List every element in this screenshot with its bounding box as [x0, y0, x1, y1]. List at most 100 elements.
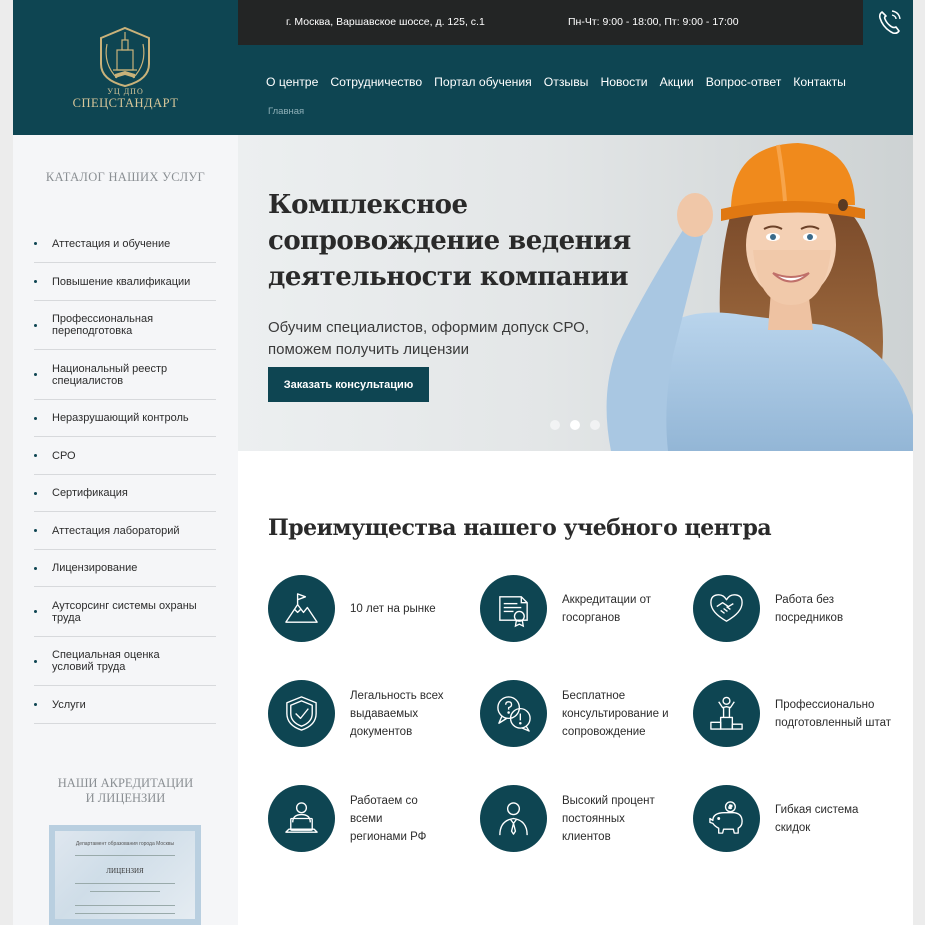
nav-news[interactable]: Новости: [600, 75, 647, 89]
advantage-icon-circle: [693, 680, 760, 747]
advantage-icon-circle: [693, 785, 760, 852]
advantage-icon-circle: [268, 785, 335, 852]
advantage-text: 10 лет на рынке: [350, 602, 436, 615]
hero-title: Комплексное сопровождение ведения деятел…: [268, 190, 631, 292]
catalog-item-label: Неразрушающий контроль: [52, 412, 189, 424]
order-consultation-button[interactable]: Заказать консультацию: [268, 367, 429, 402]
hero-subtitle: Обучим специалистов, оформим допуск СРО,…: [268, 319, 590, 358]
chat-question-icon: [497, 696, 531, 732]
businessman-icon: [499, 802, 528, 836]
accreditation-title-line2: И ЛИЦЕНЗИИ: [85, 791, 166, 805]
catalog-item-outsourcing[interactable]: Аутсорсинг системы охраны труда: [34, 587, 216, 637]
advantage-text: Бесплатное консультирование и сопровожде…: [562, 689, 669, 738]
logo[interactable]: УЦ ДПО СПЕЦСТАНДАРТ: [13, 0, 238, 135]
catalog-item-labs[interactable]: Аттестация лабораторий: [34, 512, 216, 550]
advantage-icon-circle: [480, 680, 547, 747]
catalog-item-attestation[interactable]: Аттестация и обучение: [34, 225, 216, 263]
advantage-icon-circle: [480, 785, 547, 852]
laptop-user-icon: [285, 802, 318, 833]
license-rule: [75, 905, 175, 906]
advantage-item: Гибкая система скидок: [693, 785, 905, 855]
slider-dot-1[interactable]: [550, 420, 560, 430]
catalog-item-national-registry[interactable]: Национальный реестр специалистов: [34, 350, 216, 400]
catalog-item-label: Аутсорсинг системы охраны труда: [52, 599, 197, 624]
slider-dot-2[interactable]: [570, 420, 580, 430]
advantage-text: Гибкая система скидок: [775, 803, 859, 834]
piggy-bank-icon: [709, 801, 743, 834]
slider-dots: [550, 420, 600, 430]
catalog-item-ndt[interactable]: Неразрушающий контроль: [34, 400, 216, 437]
advantage-item: 10 лет на рынке: [268, 575, 480, 645]
breadcrumb[interactable]: Главная: [268, 106, 304, 117]
advantage-item: Аккредитации от госорганов: [480, 575, 692, 645]
main-nav: О центре Сотрудничество Портал обучения …: [266, 75, 858, 89]
catalog-item-label: Сертификация: [52, 487, 128, 499]
catalog-title: КАТАЛОГ НАШИХ УСЛУГ: [45, 170, 206, 184]
license-rule: [75, 913, 175, 914]
catalog-item-licensing[interactable]: Лицензирование: [34, 550, 216, 587]
nav-faq[interactable]: Вопрос-ответ: [706, 75, 782, 89]
shield-check-icon: [286, 696, 317, 731]
license-rule: [90, 891, 160, 892]
nav-about[interactable]: О центре: [266, 75, 318, 89]
logo-line1: УЦ ДПО: [107, 87, 144, 96]
license-heading: Департамент образования города Москвы: [75, 841, 175, 847]
license-rule: [75, 855, 175, 856]
accreditation-title-line1: НАШИ АКРЕДИТАЦИИ: [57, 776, 194, 790]
advantage-icon-circle: [268, 680, 335, 747]
working-hours-text: Пн-Чт: 9:00 - 18:00, Пт: 9:00 - 17:00: [568, 16, 739, 28]
catalog-item-label: Специальная оценка условий труда: [52, 649, 160, 673]
catalog-item-label: Профессиональная переподготовка: [52, 313, 154, 337]
catalog-list: Аттестация и обучение Повышение квалифик…: [34, 225, 216, 724]
license-image[interactable]: Департамент образования города Москвы ЛИ…: [49, 825, 201, 925]
advantage-item: Профессионально подготовленный штат: [693, 680, 905, 750]
university-emblem-icon: [100, 26, 150, 88]
catalog-item-label: СРО: [52, 449, 76, 462]
catalog-item-retraining[interactable]: Профессиональная переподготовка: [34, 301, 216, 350]
phone-icon[interactable]: [875, 6, 905, 38]
advantage-text: Работаем со всеми регионами РФ: [350, 794, 427, 843]
accreditation-title: НАШИ АКРЕДИТАЦИИ И ЛИЦЕНЗИИ: [13, 776, 238, 806]
advantage-text: Профессионально подготовленный штат: [775, 698, 892, 729]
site-header: УЦ ДПО СПЕЦСТАНДАРТ г. Москва, Варшавско…: [13, 0, 913, 135]
catalog-item-qualification[interactable]: Повышение квалификации: [34, 263, 216, 301]
license-word: ЛИЦЕНЗИЯ: [106, 867, 144, 875]
nav-cooperation[interactable]: Сотрудничество: [330, 75, 422, 89]
advantage-text: Легальность всех выдаваемых документов: [350, 689, 444, 738]
advantage-text: Работа без посредников: [775, 593, 844, 624]
advantage-text: Высокий процент постоянных клиентов: [562, 794, 655, 843]
catalog-item-sout[interactable]: Специальная оценка условий труда: [34, 637, 216, 686]
catalog-item-sro[interactable]: СРО: [34, 437, 216, 475]
hero-slider: Комплексное сопровождение ведения деятел…: [238, 135, 913, 451]
handshake-icon: [710, 594, 743, 622]
logo-line2: СПЕЦСТАНДАРТ: [72, 96, 179, 110]
catalog-item-services[interactable]: Услуги: [34, 686, 216, 724]
catalog-item-label: Лицензирование: [52, 562, 138, 574]
catalog-item-label: Повышение квалификации: [52, 275, 191, 288]
advantage-icon-circle: [693, 575, 760, 642]
advantage-item: Легальность всех выдаваемых документов: [268, 680, 480, 750]
nav-reviews[interactable]: Отзывы: [544, 75, 589, 89]
advantage-icon-circle: [268, 575, 335, 642]
catalog-item-label: Национальный реестр специалистов: [52, 362, 168, 387]
mountain-flag-icon: [285, 593, 318, 623]
advantages-title: Преимущества нашего учебного центра: [268, 515, 772, 541]
slider-dot-3[interactable]: [590, 420, 600, 430]
advantage-item: Бесплатное консультирование и сопровожде…: [480, 680, 692, 750]
catalog-item-certification[interactable]: Сертификация: [34, 475, 216, 512]
nav-promotions[interactable]: Акции: [660, 75, 694, 89]
catalog-item-label: Услуги: [52, 698, 86, 711]
advantage-item: Работаем со всеми регионами РФ: [268, 785, 480, 855]
page: УЦ ДПО СПЕЦСТАНДАРТ г. Москва, Варшавско…: [13, 0, 913, 925]
certificate-icon: [499, 596, 528, 628]
catalog-item-label: Аттестация и обучение: [52, 237, 171, 250]
advantage-icon-circle: [480, 575, 547, 642]
nav-learning-portal[interactable]: Портал обучения: [434, 75, 532, 89]
podium-person-icon: [710, 696, 743, 730]
top-info-bar: г. Москва, Варшавское шоссе, д. 125, с.1…: [238, 0, 863, 45]
sidebar: КАТАЛОГ НАШИХ УСЛУГ Аттестация и обучени…: [13, 135, 238, 925]
address-text: г. Москва, Варшавское шоссе, д. 125, с.1: [286, 16, 485, 28]
advantage-item: Работа без посредников: [693, 575, 905, 645]
nav-contacts[interactable]: Контакты: [793, 75, 846, 89]
advantage-item: Высокий процент постоянных клиентов: [480, 785, 692, 855]
